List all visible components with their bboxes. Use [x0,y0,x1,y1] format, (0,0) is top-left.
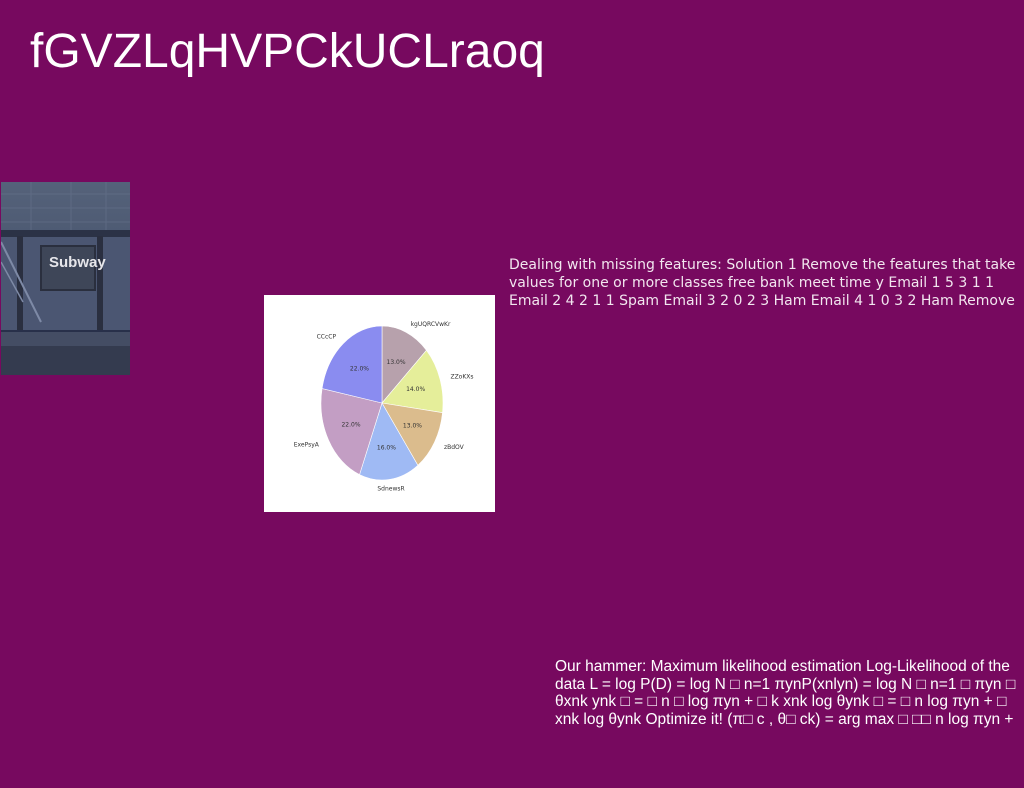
maximum-likelihood-text: Our hammer: Maximum likelihood estimatio… [555,658,1016,728]
pie-category-label: kgUQRCVwKr [411,321,451,328]
pie-pct-label: 13.0% [403,423,422,430]
pie-category-label: CCcCP [317,334,337,341]
pie-category-label: ExePsyA [294,442,320,449]
pie-pct-label: 22.0% [341,422,360,429]
sign-text: Subway [49,254,106,271]
pie-category-label: zBdOV [444,444,465,451]
subway-photo: Subway [1,182,130,375]
missing-features-text: Dealing with missing features: Solution … [509,257,1016,309]
pie-category-label: SdnewsR [377,486,404,493]
subway-station-image: Subway [1,182,130,375]
pie-pct-label: 16.0% [377,444,396,451]
pie-pct-label: 22.0% [350,366,369,373]
pie-chart-card: 13.0% kgUQRCVwKr 14.0% ZZoKXs 13.0% zBdOV 16.0… [264,295,495,512]
pie-pct-label: 14.0% [406,386,425,393]
pie-category-label: ZZoKXs [450,373,473,380]
page-title: fGVZLqHVPCkUCLraoq [30,25,545,78]
pie-pct-label: 13.0% [387,359,406,366]
pie-chart: 13.0% kgUQRCVwKr 14.0% ZZoKXs 13.0% zBdOV 16.0… [294,321,474,493]
